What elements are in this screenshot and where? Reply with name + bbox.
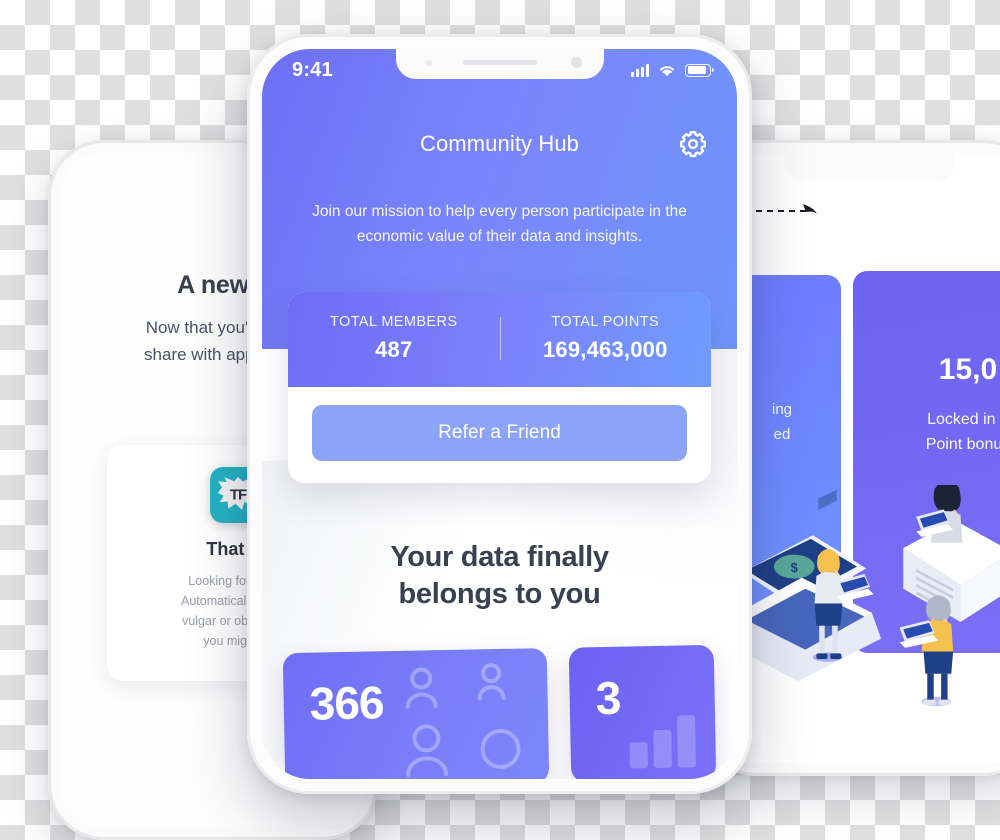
status-bar-time: 9:41 <box>292 58 333 81</box>
right-phone-notch <box>785 153 955 181</box>
svg-text:$: $ <box>791 560 798 575</box>
stat-label-total-points: TOTAL POINTS <box>551 314 660 330</box>
header-title-row: Community Hub <box>262 128 737 160</box>
stat-label-total-members: TOTAL MEMBERS <box>330 314 458 330</box>
stat-total-points: TOTAL POINTS 169,463,000 <box>499 314 712 363</box>
wifi-icon <box>659 65 675 76</box>
metric-card-members[interactable]: 366 <box>282 648 550 779</box>
stats-row: TOTAL MEMBERS 487 TOTAL POINTS 169,463,0… <box>288 292 711 387</box>
stat-total-members: TOTAL MEMBERS 487 <box>288 314 500 363</box>
right-card-b-line2: Point bonus <box>925 436 1000 453</box>
stat-value-total-members: 487 <box>375 337 413 362</box>
battery-full-icon <box>685 63 714 77</box>
main-phone-screen: 9:41 Community Hub Join our mission to h… <box>262 49 737 779</box>
body-headline: Your data finally belongs to you <box>296 539 703 613</box>
metric-card-apps[interactable]: 3 <box>568 644 717 779</box>
header-subtitle: Join our mission to help every person pa… <box>312 203 687 245</box>
stat-value-total-points: 169,463,000 <box>542 337 668 362</box>
gear-icon <box>679 131 707 158</box>
cellular-signal-icon <box>631 63 649 77</box>
screenshot-stage: A new Now that you've b share with apps … <box>0 0 1000 840</box>
body-headline-line1: Your data finally <box>390 541 609 573</box>
metric-cards-row: 366 3 <box>282 644 717 779</box>
settings-button[interactable] <box>677 128 709 160</box>
right-card-b-line1: Locked in p <box>927 411 1000 428</box>
dashed-arrow-icon <box>745 204 817 214</box>
refer-a-friend-button[interactable]: Refer a Friend <box>312 405 687 461</box>
page-title: Community Hub <box>419 131 580 156</box>
metric-value-366: 366 <box>309 676 384 730</box>
community-stats-card: TOTAL MEMBERS 487 TOTAL POINTS 169,463,0… <box>288 292 711 483</box>
main-phone: 9:41 Community Hub Join our mission to h… <box>247 34 752 794</box>
stats-card-footer: Refer a Friend <box>288 387 711 483</box>
status-bar-icons <box>631 63 714 77</box>
right-phone-screen: ing ed 15,0 Locked in p Point bonus $ <box>713 153 1000 763</box>
people-group-icon <box>405 663 521 777</box>
isometric-people-laptops-illustration: $ <box>724 485 1000 707</box>
blocks-icon <box>629 715 696 769</box>
right-card-b-value: 15,0 <box>938 353 998 386</box>
status-bar: 9:41 <box>262 49 737 91</box>
body-headline-line2: belongs to you <box>398 578 601 610</box>
